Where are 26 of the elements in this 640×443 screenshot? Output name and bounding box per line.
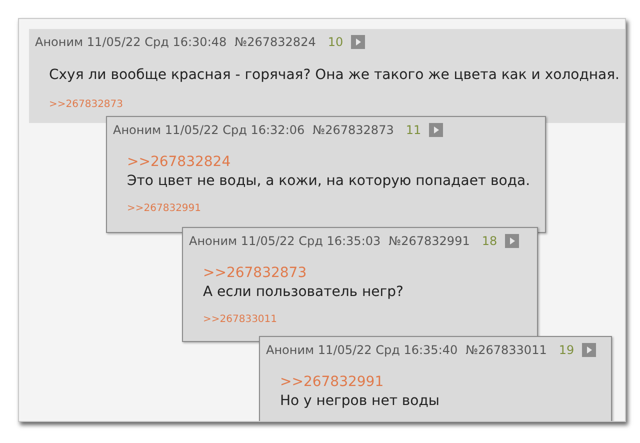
play-icon[interactable] <box>429 123 444 137</box>
post-header: Аноним 11/05/22 Срд 16:35:03 <box>189 233 381 250</box>
post-number[interactable]: №267832824 <box>234 33 316 51</box>
quote-link[interactable]: >>267832991 <box>280 373 605 391</box>
quote-link[interactable]: >>267832824 <box>127 153 539 171</box>
post-number[interactable]: №267833011 <box>466 341 547 359</box>
reply-link[interactable]: >>267833011 <box>203 302 531 327</box>
reply-count: 11 <box>406 122 422 139</box>
reply-count: 19 <box>558 342 574 359</box>
quote-link[interactable]: >>267832873 <box>203 264 531 282</box>
post-header: Аноним 11/05/22 Срд 16:30:48 <box>35 34 227 51</box>
post-number[interactable]: №267832991 <box>388 232 470 250</box>
reply-link[interactable]: >>267832991 <box>127 191 539 216</box>
post-header: Аноним 11/05/22 Срд 16:32:06 <box>113 122 305 139</box>
post-text: Схуя ли вообще красная - горячая? Она же такого же цвета как и холодная. <box>49 66 620 85</box>
reply-count: 10 <box>328 34 344 51</box>
post-text: А если пользователь негр? <box>203 283 404 302</box>
post-number[interactable]: №267832873 <box>312 121 394 139</box>
post-text: Но у негров нет воды <box>280 392 440 411</box>
play-icon[interactable] <box>582 343 596 357</box>
reply-count: 18 <box>482 233 498 250</box>
play-icon[interactable] <box>505 234 520 248</box>
post-header: Аноним 11/05/22 Срд 16:35:40 <box>266 342 458 359</box>
post-text: Это цвет не воды, а кожи, на которую попадает вода. <box>127 172 532 191</box>
play-icon[interactable] <box>351 35 366 49</box>
reply-link[interactable]: >>267832873 <box>49 85 621 112</box>
